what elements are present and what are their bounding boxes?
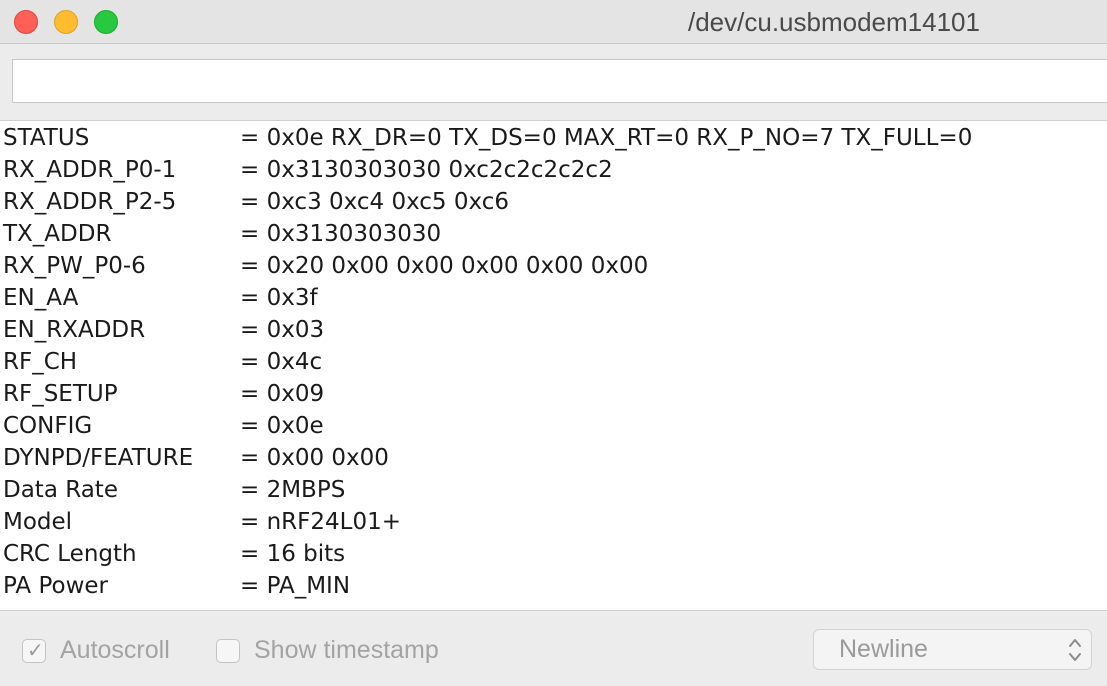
output-line-value: = 0x03 [240, 317, 325, 343]
output-line-value: = 16 bits [240, 541, 346, 567]
output-line-key: DYNPD/FEATURE [3, 445, 194, 471]
line-ending-selected: Newline [839, 635, 928, 663]
output-line-key: RF_CH [3, 349, 78, 375]
serial-monitor-window: /dev/cu.usbmodem14101 STATUS = 0x0e RX_DR… [0, 0, 1107, 686]
window-title: /dev/cu.usbmodem14101 [688, 7, 980, 37]
close-window-button[interactable] [14, 10, 38, 34]
output-line-value: = nRF24L01+ [240, 509, 401, 535]
output-line-key: EN_AA [3, 285, 79, 311]
output-line-value: = 0xc3 0xc4 0xc5 0xc6 [240, 189, 509, 215]
send-input-row [0, 44, 1107, 120]
output-line-key: Model [3, 509, 73, 535]
check-icon: ✓ [27, 640, 44, 662]
serial-output[interactable]: STATUS = 0x0e RX_DR=0 TX_DS=0 MAX_RT=0 RX… [0, 120, 1107, 611]
output-line-key: EN_RXADDR [3, 317, 146, 343]
output-line-value: = 0x0e [240, 413, 324, 439]
show-timestamp-label[interactable]: Show timestamp [254, 636, 439, 665]
output-line-key: Data Rate [3, 477, 118, 503]
output-line-value: = 0x00 0x00 [240, 445, 389, 471]
minimize-window-button[interactable] [54, 10, 78, 34]
output-line-key: RX_ADDR_P2-5 [3, 189, 177, 215]
title-bar: /dev/cu.usbmodem14101 [0, 0, 1107, 44]
output-line-key: RX_ADDR_P0-1 [3, 157, 177, 183]
output-line-key: CONFIG [3, 413, 93, 439]
output-line-value: = 0x3f [240, 285, 318, 311]
output-line-value: = PA_MIN [240, 573, 351, 599]
output-line-key: RF_SETUP [3, 381, 118, 407]
output-line-key: STATUS [3, 125, 90, 151]
output-line-value: = 0x20 0x00 0x00 0x00 0x00 0x00 [240, 253, 649, 279]
output-line-value: = 2MBPS [240, 477, 346, 503]
chevron-up-down-icon [1069, 639, 1081, 661]
line-ending-select[interactable]: Newline [813, 629, 1092, 670]
output-line-key: TX_ADDR [3, 221, 112, 247]
autoscroll-checkbox[interactable]: ✓ [22, 639, 46, 663]
output-line-key: CRC Length [3, 541, 137, 567]
bottom-bar: ✓ Autoscroll Show timestamp Newline [0, 611, 1107, 686]
output-line-value: = 0x4c [240, 349, 323, 375]
serial-send-input[interactable] [12, 59, 1107, 103]
output-line-value: = 0x3130303030 [240, 221, 442, 247]
output-line-value: = 0x0e RX_DR=0 TX_DS=0 MAX_RT=0 RX_P_NO=… [240, 125, 973, 151]
output-line-value: = 0x09 [240, 381, 325, 407]
output-line-key: PA Power [3, 573, 108, 599]
zoom-window-button[interactable] [94, 10, 118, 34]
autoscroll-label[interactable]: Autoscroll [60, 636, 170, 665]
show-timestamp-checkbox[interactable] [216, 639, 240, 663]
output-line-key: RX_PW_P0-6 [3, 253, 146, 279]
output-line-value: = 0x3130303030 0xc2c2c2c2c2 [240, 157, 613, 183]
